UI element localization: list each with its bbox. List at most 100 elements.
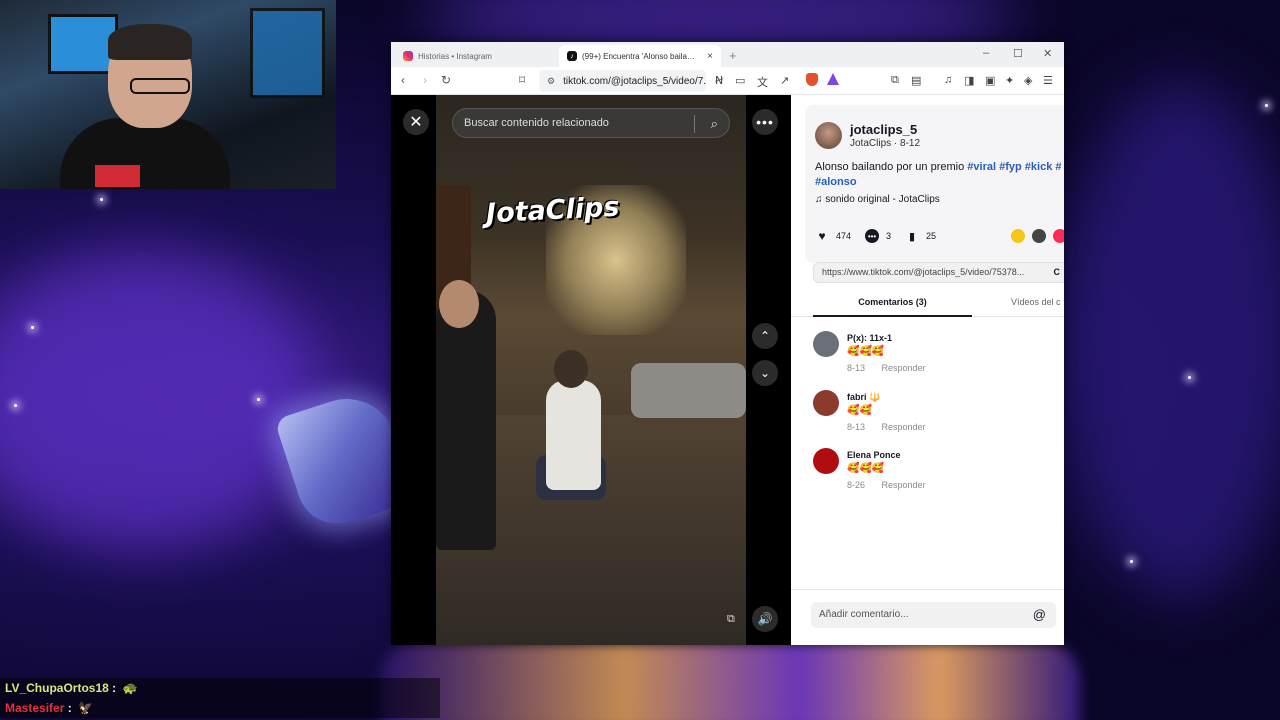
url-field[interactable]: ⚙ tiktok.com/@jotaclips_5/video/7... <box>539 70 706 92</box>
hashtag[interactable]: #fyp <box>999 161 1022 173</box>
music-icon[interactable]: ♫ <box>944 74 952 86</box>
comment-text: 🥰🥰 <box>847 405 872 416</box>
minimize-button[interactable]: – <box>983 47 989 59</box>
display-name: JotaClips <box>850 138 892 149</box>
avatar[interactable] <box>815 122 842 149</box>
bookmark-icon[interactable]: ⌑ <box>519 73 525 87</box>
close-video-button[interactable]: ✕ <box>403 109 429 135</box>
sound-link[interactable]: ♫ sonido original - JotaClips <box>815 194 940 205</box>
rewards-icon[interactable] <box>827 73 839 85</box>
hashtag[interactable]: #viral <box>967 161 996 173</box>
bookmark-icon: ▮ <box>909 230 916 243</box>
avatar[interactable] <box>813 390 839 416</box>
hashtag[interactable]: #kick <box>1025 161 1053 173</box>
chat-emote: 🐢 <box>122 681 138 695</box>
comment-date: 8-26 <box>847 480 866 490</box>
avatar[interactable] <box>813 448 839 474</box>
hashtag[interactable]: # <box>1055 161 1061 173</box>
post-date: 8-12 <box>900 138 921 149</box>
reply-button[interactable]: Responder <box>882 422 926 432</box>
back-button[interactable]: ‹ <box>401 73 405 87</box>
tab-comments[interactable]: Comentarios (3) <box>813 292 972 317</box>
star <box>257 398 260 401</box>
star <box>1188 376 1191 379</box>
maximize-button[interactable]: ☐ <box>1013 47 1023 60</box>
translate-icon[interactable]: 文 <box>757 74 768 90</box>
reply-button[interactable]: Responder <box>882 480 926 490</box>
tab-bar: Historias • Instagram ♪ (99+) Encuentra … <box>391 42 1064 67</box>
comment-input[interactable]: Añadir comentario... @ <box>811 602 1056 628</box>
like-button[interactable]: ♥ 474 <box>815 229 851 243</box>
chat-username: LV_ChupaOrtos18 <box>5 681 109 695</box>
menu-icon[interactable]: ☰ <box>1043 74 1053 87</box>
close-window-button[interactable]: ✕ <box>1043 47 1052 60</box>
no-track-icon[interactable]: Ꞥ <box>715 74 723 87</box>
reload-button[interactable]: ↻ <box>441 73 451 87</box>
copy-link-field[interactable]: https://www.tiktok.com/@jotaclips_5/vide… <box>813 262 1064 283</box>
comment-placeholder: Añadir comentario... <box>819 609 909 620</box>
address-bar: ‹ › ↻ ⌑ ⚙ tiktok.com/@jotaclips_5/video/… <box>391 67 1064 95</box>
comment-button[interactable]: ••• 3 <box>865 229 891 243</box>
red-light <box>95 165 140 187</box>
next-video-button[interactable]: ⌄ <box>752 360 778 386</box>
close-tab-icon[interactable]: × <box>707 51 713 62</box>
comment-item: P(x): 11x-1 🥰🥰🥰 8-13 Responder <box>813 331 1063 381</box>
share-icon[interactable]: ↗ <box>780 74 789 87</box>
divider <box>694 115 695 133</box>
repost-icon[interactable] <box>1011 229 1025 243</box>
comment-text: 🥰🥰🥰 <box>847 346 885 357</box>
share-icon[interactable] <box>1053 229 1064 243</box>
embed-icon[interactable] <box>1032 229 1046 243</box>
more-options-button[interactable]: ••• <box>752 109 778 135</box>
mention-icon[interactable]: @ <box>1033 602 1046 628</box>
volume-button[interactable]: 🔊 <box>752 606 778 632</box>
reader-icon[interactable]: ▤ <box>911 74 921 87</box>
cast-icon[interactable]: ▭ <box>735 74 745 87</box>
webcam-overlay <box>0 0 336 189</box>
tab-instagram[interactable]: Historias • Instagram <box>395 45 555 67</box>
tab-creator-videos[interactable]: Vídeos del c <box>1011 292 1061 312</box>
site-settings-icon[interactable]: ⚙ <box>547 76 555 87</box>
heart-icon: ♥ <box>818 229 826 243</box>
comment-author[interactable]: P(x): 11x-1 <box>847 333 892 343</box>
comment-author[interactable]: Elena Ponce <box>847 450 901 460</box>
author-subtitle: JotaClips · 8-12 <box>850 138 921 149</box>
comment-text: 🥰🥰🥰 <box>847 463 885 474</box>
chat-username: Mastesifer <box>5 701 65 715</box>
streamer-hair <box>108 24 192 60</box>
previous-video-button[interactable]: ⌃ <box>752 323 778 349</box>
video-pane: JotaClips ✕ Buscar contenido relacionado… <box>391 95 791 645</box>
monitor <box>250 8 325 98</box>
comment-author[interactable]: fabri 🔱 <box>847 392 880 403</box>
reply-button[interactable]: Responder <box>882 363 926 373</box>
stream-chat: LV_ChupaOrtos18 : 🐢 Mastesifer : 🦅 <box>0 678 440 718</box>
video-scene <box>631 363 746 418</box>
username[interactable]: jotaclips_5 <box>850 122 917 137</box>
chat-separator: : <box>67 701 72 715</box>
new-tab-button[interactable]: + <box>729 48 737 63</box>
mini-player-icon[interactable]: ⧉ <box>727 613 735 626</box>
avatar[interactable] <box>813 331 839 357</box>
copy-link-button[interactable]: C <box>1054 263 1061 282</box>
tab-tiktok[interactable]: ♪ (99+) Encuentra 'Alonso baila… × <box>559 45 721 67</box>
nebula <box>1060 80 1280 600</box>
chat-separator: : <box>112 681 117 695</box>
comment-meta: 8-26 Responder <box>847 480 926 490</box>
video-player[interactable]: JotaClips <box>436 95 746 645</box>
star <box>1265 104 1268 107</box>
wallet-icon[interactable]: ▣ <box>985 74 995 87</box>
leo-icon[interactable]: ✦ <box>1005 74 1014 87</box>
search-icon[interactable]: ⌕ <box>711 116 718 132</box>
comment-meta: 8-13 Responder <box>847 422 926 432</box>
tab-label: (99+) Encuentra 'Alonso baila… <box>582 51 695 61</box>
save-button[interactable]: ▮ 25 <box>905 229 936 243</box>
related-search-input[interactable]: Buscar contenido relacionado ⌕ <box>452 108 730 138</box>
hashtag[interactable]: #alonso <box>815 176 857 188</box>
forward-button[interactable]: › <box>423 73 427 87</box>
nebula <box>0 250 320 550</box>
extensions-icon[interactable]: ⧉ <box>891 74 899 87</box>
streamer-glasses <box>130 78 190 94</box>
sidebar-icon[interactable]: ◨ <box>964 74 974 87</box>
vpn-icon[interactable]: ◈ <box>1024 74 1032 87</box>
brave-shield-icon[interactable] <box>806 73 818 86</box>
